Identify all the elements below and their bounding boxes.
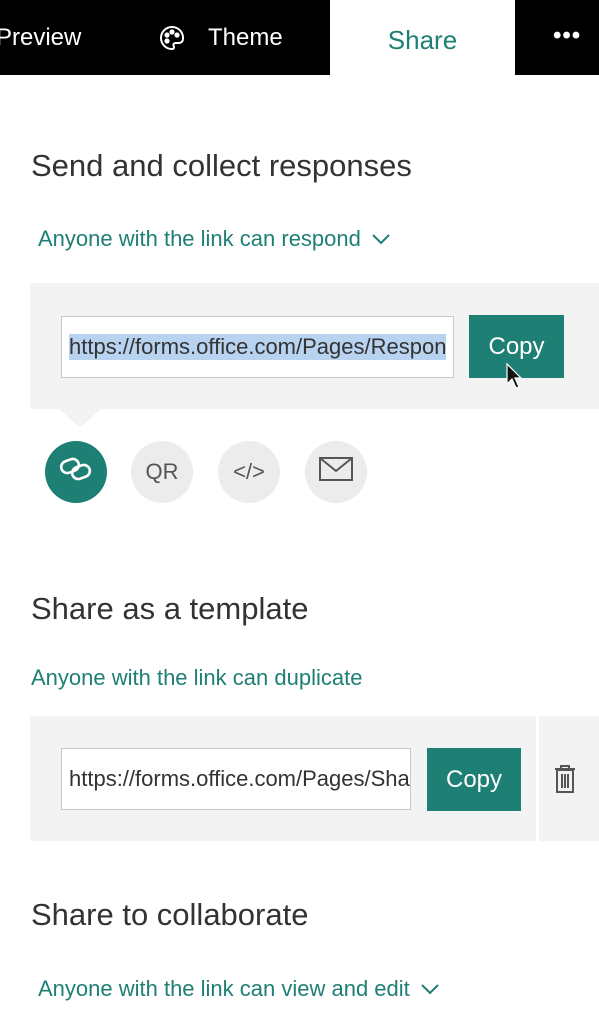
panel-pointer xyxy=(58,408,102,428)
link-icon xyxy=(58,454,94,490)
tab-theme[interactable]: Theme xyxy=(158,0,283,75)
tab-share[interactable]: Share xyxy=(330,0,515,80)
response-link-text: https://forms.office.com/Pages/Respon xyxy=(69,334,447,360)
qr-icon: QR xyxy=(145,459,179,484)
template-link-field[interactable]: https://forms.office.com/Pages/Sha xyxy=(61,748,411,810)
copy-template-button-label: Copy xyxy=(445,765,503,793)
trash-icon[interactable] xyxy=(553,764,577,799)
share-email-option[interactable] xyxy=(305,441,367,503)
tab-theme-label: Theme xyxy=(208,23,283,51)
send-permission-label: Anyone with the link can respond xyxy=(38,226,361,251)
mouse-cursor-icon xyxy=(505,362,523,395)
share-embed-option[interactable]: </> xyxy=(218,441,280,503)
chevron-down-icon xyxy=(371,233,391,245)
collaborate-section-title: Share to collaborate xyxy=(31,897,309,932)
template-link-text: https://forms.office.com/Pages/Sha xyxy=(69,766,410,791)
tab-preview-label: Preview xyxy=(0,23,82,51)
chevron-down-icon xyxy=(420,983,440,995)
more-icon: ••• xyxy=(553,22,582,49)
palette-icon xyxy=(158,24,186,52)
share-qr-option[interactable]: QR xyxy=(131,441,193,503)
mail-icon xyxy=(318,456,354,488)
copy-template-link-button[interactable]: Copy xyxy=(427,748,521,811)
send-section-title: Send and collect responses xyxy=(31,148,412,183)
template-section-title: Share as a template xyxy=(31,591,309,626)
template-permission-label: Anyone with the link can duplicate xyxy=(31,665,363,690)
top-bar: Preview Theme Share ••• xyxy=(0,0,599,80)
tab-share-label: Share xyxy=(387,24,458,55)
collaborate-permission-dropdown[interactable]: Anyone with the link can view and edit xyxy=(38,976,440,1002)
collaborate-permission-label: Anyone with the link can view and edit xyxy=(38,976,410,1001)
share-link-option[interactable] xyxy=(45,441,107,503)
tab-preview[interactable]: Preview xyxy=(0,0,81,75)
embed-icon: </> xyxy=(233,459,265,484)
response-link-field[interactable]: https://forms.office.com/Pages/Respon xyxy=(61,316,454,378)
send-permission-dropdown[interactable]: Anyone with the link can respond xyxy=(38,226,391,252)
more-options-button[interactable]: ••• xyxy=(553,0,581,72)
copy-button-label: Copy xyxy=(488,332,545,360)
